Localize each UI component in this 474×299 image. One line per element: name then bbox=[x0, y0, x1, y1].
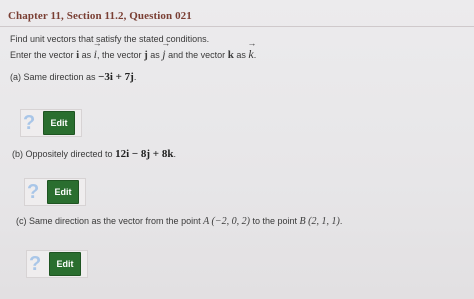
part-a-edit-button[interactable]: Edit bbox=[43, 111, 75, 135]
part-b-answer-box: ? Edit bbox=[24, 178, 86, 206]
part-c-edit-button[interactable]: Edit bbox=[49, 252, 81, 276]
as-text-3: as bbox=[236, 50, 246, 60]
part-a-answer-box: ? Edit bbox=[20, 109, 82, 137]
part-c-answer-box: ? Edit bbox=[26, 250, 88, 278]
help-icon[interactable]: ? bbox=[27, 181, 39, 203]
part-b-expression: 12i − 8j + 8k bbox=[115, 148, 174, 160]
i-arrow-vector: i bbox=[94, 47, 97, 61]
j-separator: , the vector bbox=[97, 50, 142, 60]
k-bold: k bbox=[227, 49, 234, 61]
part-a-label: (a) Same direction as bbox=[10, 72, 96, 82]
help-icon[interactable]: ? bbox=[23, 112, 35, 134]
part-c-label: (c) Same direction as the vector from th… bbox=[16, 216, 201, 226]
j-bold: j bbox=[144, 49, 148, 61]
part-c-prompt: (c) Same direction as the vector from th… bbox=[16, 216, 342, 227]
part-a-prompt: (a) Same direction as −3i + 7j. bbox=[10, 71, 136, 83]
part-b-label: (b) Oppositely directed to bbox=[12, 149, 113, 159]
part-c-point-a: A (−2, 0, 2) bbox=[203, 216, 250, 227]
as-text-2: as bbox=[150, 50, 160, 60]
as-text-1: as bbox=[81, 50, 92, 60]
instruction-prefix: Enter the vector bbox=[10, 50, 74, 60]
part-c-point-b: B (2, 1, 1) bbox=[299, 216, 340, 227]
question-page: Chapter 11, Section 11.2, Question 021 F… bbox=[0, 0, 474, 299]
part-c-mid: to the point bbox=[252, 216, 298, 226]
instruction-line-2: Enter the vector i as i, the vector j as… bbox=[10, 47, 256, 62]
question-title: Chapter 11, Section 11.2, Question 021 bbox=[8, 10, 192, 22]
instruction-line-1: Find unit vectors that satisfy the state… bbox=[10, 34, 210, 44]
part-b-edit-button[interactable]: Edit bbox=[47, 180, 79, 204]
i-bold: i bbox=[76, 49, 80, 61]
part-b-prompt: (b) Oppositely directed to 12i − 8j + 8k… bbox=[12, 148, 176, 160]
instruction-end: . bbox=[253, 50, 257, 60]
part-c-end: . bbox=[339, 216, 343, 226]
part-b-end: . bbox=[173, 149, 176, 159]
j-arrow-vector: j bbox=[162, 47, 165, 61]
part-a-end: . bbox=[133, 72, 137, 82]
part-a-expression: −3i + 7j bbox=[98, 71, 134, 83]
k-separator: and the vector bbox=[168, 50, 226, 60]
help-icon[interactable]: ? bbox=[29, 253, 41, 275]
k-arrow-vector: k bbox=[248, 47, 253, 61]
header-divider bbox=[0, 26, 474, 27]
